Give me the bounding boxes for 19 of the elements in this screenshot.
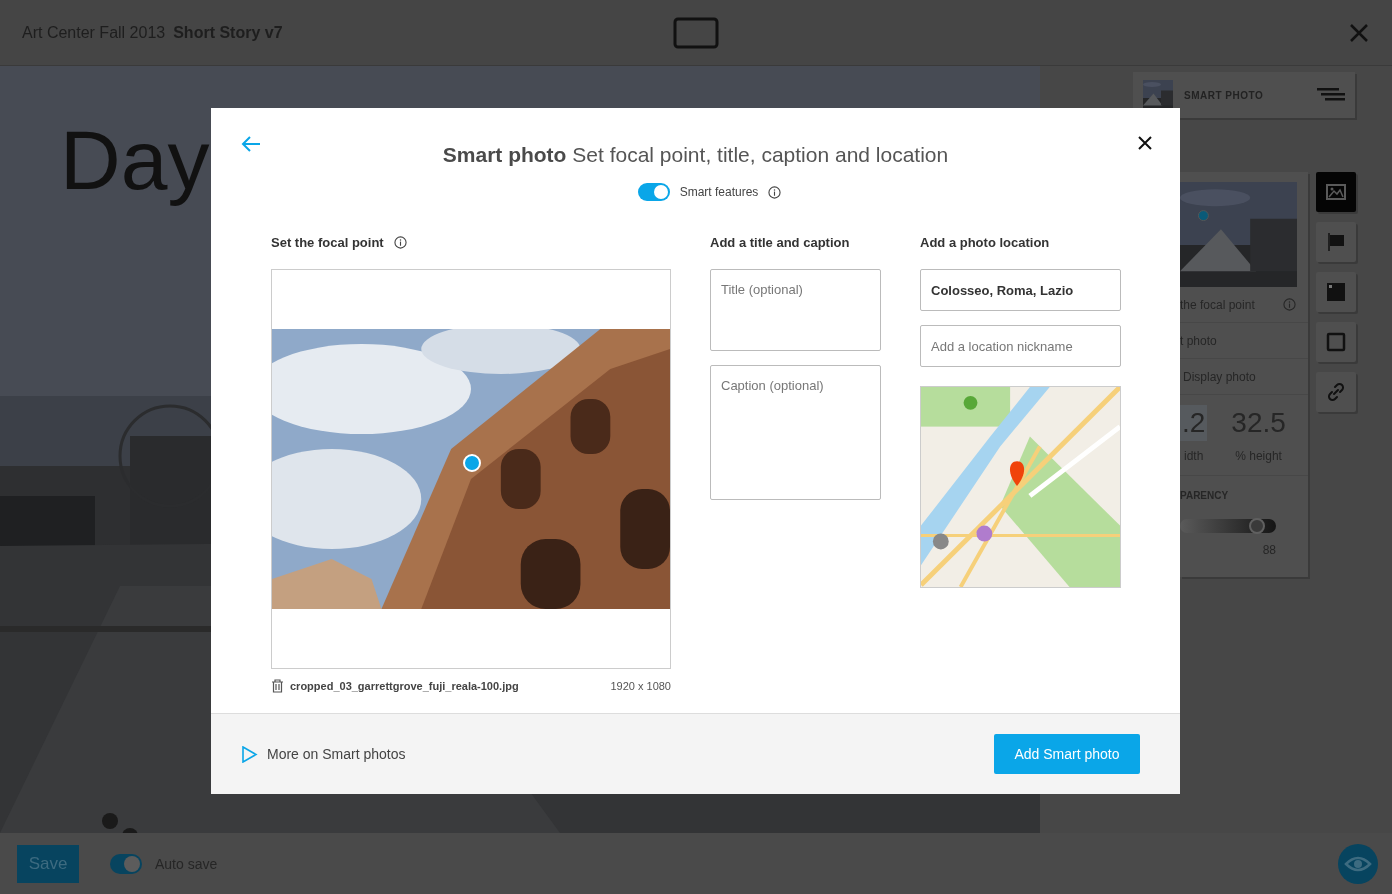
auto-save-toggle[interactable] [110, 853, 142, 874]
menu-icon[interactable] [1317, 87, 1345, 103]
image-icon [1325, 181, 1347, 203]
square-icon [1325, 331, 1347, 353]
close-button[interactable] [1137, 135, 1153, 151]
tool-button[interactable] [1316, 222, 1356, 262]
tool-button[interactable] [1316, 372, 1356, 412]
transparency-slider[interactable] [1180, 519, 1276, 533]
flag-icon [1325, 231, 1347, 253]
tool-button[interactable] [1316, 272, 1356, 312]
eye-icon[interactable] [1338, 843, 1378, 884]
tool-button[interactable] [1316, 322, 1356, 362]
value-field[interactable]: .2 [1180, 405, 1208, 441]
tool-button[interactable] [1316, 172, 1356, 212]
slider-thumb[interactable] [1248, 518, 1265, 534]
link-icon [1325, 381, 1347, 403]
tablet-icon[interactable] [673, 16, 719, 49]
block-icon [1325, 281, 1347, 303]
close-icon[interactable] [1348, 21, 1370, 44]
